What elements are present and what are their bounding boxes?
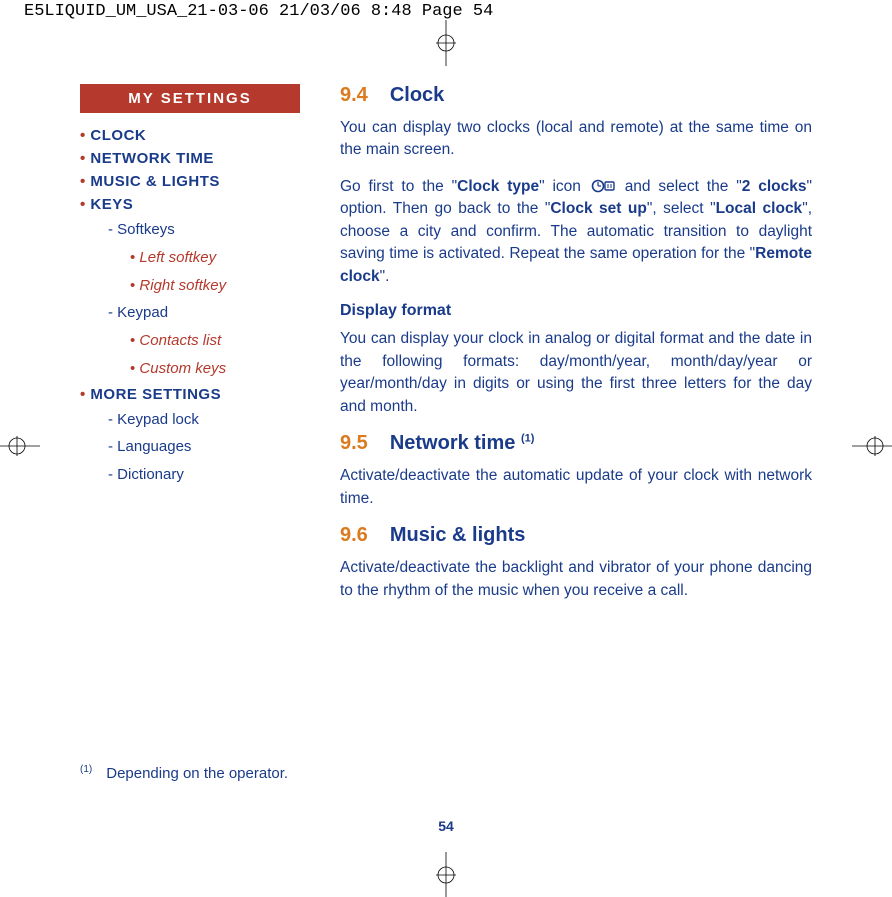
section-number: 9.4 xyxy=(340,84,368,106)
sidebar-item-dictionary: Dictionary xyxy=(80,464,300,486)
sidebar-item-keypad: Keypad xyxy=(80,302,300,324)
heading-music-lights: 9.6 Music & lights xyxy=(340,524,812,547)
sidebar-item-right-softkey: Right softkey xyxy=(80,275,300,297)
footnote-text: Depending on the operator. xyxy=(106,765,288,782)
sidebar-item-more-settings: MORE SETTINGS xyxy=(80,386,300,403)
page-number: 54 xyxy=(44,818,848,834)
sidebar: MY SETTINGS CLOCK NETWORK TIME MUSIC & L… xyxy=(80,84,300,616)
sidebar-tab: MY SETTINGS xyxy=(80,84,300,113)
main-content: 9.4 Clock You can display two clocks (loc… xyxy=(340,84,812,616)
sidebar-item-left-softkey: Left softkey xyxy=(80,247,300,269)
sidebar-item-music-lights: MUSIC & LIGHTS xyxy=(80,173,300,190)
footnote-mark: (1) xyxy=(80,764,92,775)
print-header: E5LIQUID_UM_USA_21-03-06 21/03/06 8:48 P… xyxy=(0,2,892,21)
sidebar-item-network-time: NETWORK TIME xyxy=(80,150,300,167)
footnote-ref: (1) xyxy=(521,433,534,445)
crop-mark-icon xyxy=(858,429,892,463)
sidebar-item-contacts-list: Contacts list xyxy=(80,330,300,352)
sidebar-item-keys: KEYS xyxy=(80,196,300,213)
section-title: Music & lights xyxy=(390,524,526,546)
section-number: 9.5 xyxy=(340,432,368,454)
body-text: You can display your clock in analog or … xyxy=(340,328,812,418)
sidebar-item-clock: CLOCK xyxy=(80,127,300,144)
subheading-display-format: Display format xyxy=(340,302,812,320)
clock-type-icon xyxy=(589,178,617,194)
sidebar-item-languages: Languages xyxy=(80,436,300,458)
section-number: 9.6 xyxy=(340,524,368,546)
section-title: Clock xyxy=(390,84,444,106)
sidebar-item-custom-keys: Custom keys xyxy=(80,358,300,380)
sidebar-item-keypad-lock: Keypad lock xyxy=(80,409,300,431)
crop-mark-icon xyxy=(0,429,34,463)
sidebar-item-softkeys: Softkeys xyxy=(80,219,300,241)
body-text: Activate/deactivate the automatic update… xyxy=(340,465,812,510)
body-text: Activate/deactivate the backlight and vi… xyxy=(340,557,812,602)
section-title: Network time (1) xyxy=(390,432,535,454)
body-text: You can display two clocks (local and re… xyxy=(340,117,812,162)
sidebar-list: CLOCK NETWORK TIME MUSIC & LIGHTS KEYS S… xyxy=(80,127,300,486)
footnote: (1) Depending on the operator. xyxy=(80,764,288,782)
heading-network-time: 9.5 Network time (1) xyxy=(340,432,812,455)
crop-mark-icon xyxy=(429,858,463,892)
heading-clock: 9.4 Clock xyxy=(340,84,812,107)
body-text: Go first to the "Clock type" icon and se… xyxy=(340,176,812,288)
